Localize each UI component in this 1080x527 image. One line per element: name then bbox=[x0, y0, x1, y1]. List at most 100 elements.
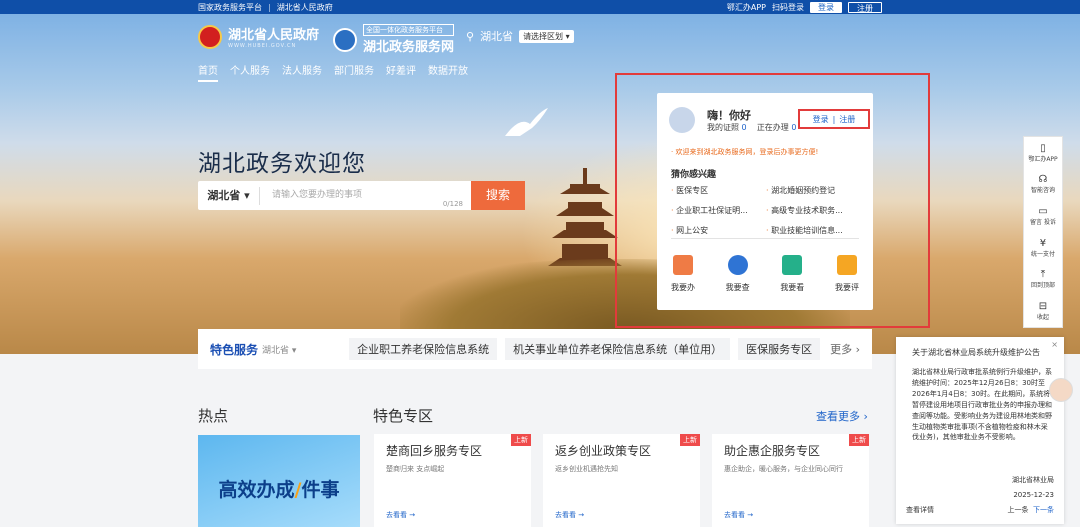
login-button[interactable]: 登录 bbox=[810, 1, 842, 13]
sidebar-label: 回到顶部 bbox=[1030, 282, 1055, 290]
interest-item[interactable]: 职业技能培训信息... bbox=[766, 225, 861, 236]
search-placeholder: 请输入您要办理的事项 bbox=[272, 190, 363, 200]
sidebar-label: 收起 bbox=[1036, 314, 1049, 322]
interest-item[interactable]: 医保专区 bbox=[671, 185, 766, 196]
nav-home[interactable]: 首页 bbox=[198, 62, 218, 82]
notice-footer: 查看详情 上一条 下一条 bbox=[906, 505, 1054, 516]
sidebar-top[interactable]: ⤒ 回到顶部 bbox=[1031, 269, 1055, 289]
action-label: 我要查 bbox=[725, 283, 750, 292]
featured-list: 企业职工养老保险信息系统 机关事业单位养老保险信息系统（单位用） 医保服务专区 bbox=[349, 338, 821, 360]
emblem-icon bbox=[198, 24, 222, 49]
banner-text-b: 件事 bbox=[301, 479, 340, 501]
assistant-avatar-icon[interactable] bbox=[1049, 378, 1073, 402]
zone-heading: 特色专区 bbox=[373, 407, 434, 425]
service-logo[interactable]: 全国一体化政务服务平台 湖北政务服务网 bbox=[333, 24, 455, 55]
notice-detail-link[interactable]: 查看详情 bbox=[906, 505, 934, 516]
notice-date: 2025-12-23 bbox=[1013, 491, 1054, 500]
scan-login[interactable]: 扫码登录 bbox=[772, 2, 804, 13]
nav-review[interactable]: 好差评 bbox=[386, 62, 416, 82]
see-more-link[interactable]: 查看更多 › bbox=[816, 408, 868, 424]
sidebar-pay[interactable]: ¥ 统一支付 bbox=[1031, 238, 1055, 258]
welcome-title: 湖北政务欢迎您 bbox=[198, 151, 366, 177]
featured-more-link[interactable]: 更多 › bbox=[830, 341, 860, 357]
query-icon bbox=[727, 255, 748, 275]
zone-go-link[interactable]: 去看看 → bbox=[724, 510, 753, 520]
nav-department[interactable]: 部门服务 bbox=[334, 62, 374, 82]
featured-item[interactable]: 企业职工养老保险信息系统 bbox=[349, 338, 498, 360]
search-province-select[interactable]: 湖北省 ▾ bbox=[198, 186, 260, 205]
top-bar: 国家政务服务平台 | 湖北省人民政府 鄂汇办APP 扫码登录 登录 注册 bbox=[0, 0, 1080, 14]
service-emblem-icon bbox=[333, 27, 357, 52]
register-button[interactable]: 注册 bbox=[848, 1, 882, 13]
zone-card[interactable]: 上新 返乡创业政策专区 返乡创业机遇抢先知 去看看 → bbox=[543, 434, 700, 527]
notice-popup: × 关于湖北省林业局系统升级维护公告 湖北省林业局行政审批系统例行升级维护，系统… bbox=[896, 337, 1064, 524]
zone-go-link[interactable]: 去看看 → bbox=[555, 510, 584, 520]
new-badge: 上新 bbox=[680, 434, 700, 446]
national-platform-link[interactable]: 国家政务服务平台 bbox=[198, 2, 262, 13]
interest-list: 医保专区 湖北婚姻预约登记 企业职工社保证明... 高级专业技术职务... 网上… bbox=[671, 185, 861, 236]
sidebar-collapse[interactable]: ⊟ 收起 bbox=[1037, 301, 1049, 321]
featured-item[interactable]: 医保服务专区 bbox=[738, 338, 821, 360]
card-register-button[interactable]: 注册 bbox=[839, 114, 855, 125]
nav-open-data[interactable]: 数据开放 bbox=[428, 62, 468, 82]
card-login-button[interactable]: 登录 bbox=[813, 114, 829, 125]
zone-card[interactable]: 上新 助企惠企服务专区 惠企助企，暖心服务，与企业同心同行 去看看 → bbox=[712, 434, 869, 527]
interest-item[interactable]: 企业职工社保证明... bbox=[671, 205, 766, 216]
hot-heading: 热点 bbox=[198, 407, 229, 425]
interest-item[interactable]: 网上公安 bbox=[671, 225, 766, 236]
interest-item[interactable]: 高级专业技术职务... bbox=[766, 205, 861, 216]
notice-prev[interactable]: 上一条 bbox=[1008, 506, 1029, 514]
nav-legal[interactable]: 法人服务 bbox=[282, 62, 322, 82]
apply-icon bbox=[673, 255, 693, 275]
sidebar-app[interactable]: ▯ 鄂汇办APP bbox=[1028, 143, 1057, 163]
zone-go-link[interactable]: 去看看 → bbox=[386, 510, 415, 520]
zone-desc: 楚商归来 支点崛起 bbox=[386, 465, 445, 473]
avatar bbox=[669, 107, 695, 133]
region-selector: ⚲ 湖北省 请选择区划 ▾ bbox=[466, 28, 574, 44]
zone-title: 返乡创业政策专区 bbox=[555, 444, 652, 458]
gov-logo[interactable]: 湖北省人民政府 WWW.HUBEI.GOV.CN bbox=[198, 24, 319, 49]
divider: | bbox=[832, 114, 836, 124]
headset-icon: ☊ bbox=[1038, 174, 1048, 186]
action-rate[interactable]: 我要评 bbox=[835, 255, 859, 293]
notice-title: 关于湖北省林业局系统升级维护公告 bbox=[912, 348, 1040, 357]
new-badge: 上新 bbox=[511, 434, 531, 446]
sidebar-label: 鄂汇办APP bbox=[1028, 155, 1058, 163]
zone-desc: 返乡创业机遇抢先知 bbox=[555, 465, 618, 473]
phone-icon: ▯ bbox=[1040, 142, 1046, 154]
certs-label: 我的证照 bbox=[707, 123, 739, 132]
doing-count[interactable]: 0 bbox=[791, 123, 796, 132]
notice-next[interactable]: 下一条 bbox=[1033, 506, 1054, 514]
chat-icon: ▭ bbox=[1038, 206, 1048, 218]
sidebar-consult[interactable]: ☊ 智能咨询 bbox=[1031, 174, 1055, 194]
region-select[interactable]: 请选择区划 ▾ bbox=[519, 29, 574, 43]
rate-icon bbox=[836, 255, 857, 275]
action-view[interactable]: 我要看 bbox=[780, 255, 804, 293]
new-badge: 上新 bbox=[849, 434, 869, 446]
region-name: 湖北省 bbox=[480, 30, 514, 43]
close-icon[interactable]: × bbox=[1051, 339, 1058, 351]
zone-card[interactable]: 上新 楚商回乡服务专区 楚商归来 支点崛起 去看看 → bbox=[374, 434, 531, 527]
doing-label: 正在办理 bbox=[756, 123, 789, 132]
search-input[interactable]: 请输入您要办理的事项 0/128 bbox=[260, 181, 471, 210]
search-button[interactable]: 搜索 bbox=[471, 181, 525, 210]
nav-personal[interactable]: 个人服务 bbox=[230, 62, 270, 82]
sidebar-message[interactable]: ▭ 留言 投诉 bbox=[1030, 206, 1056, 226]
interest-item[interactable]: 湖北婚姻预约登记 bbox=[766, 185, 861, 196]
action-query[interactable]: 我要查 bbox=[726, 255, 750, 293]
province-gov-link[interactable]: 湖北省人民政府 bbox=[277, 2, 333, 13]
greeting: 嗨！你好 bbox=[707, 109, 751, 122]
featured-item[interactable]: 机关事业单位养老保险信息系统（单位用） bbox=[505, 338, 731, 360]
featured-province-select[interactable]: 湖北省 ▾ bbox=[262, 343, 296, 356]
card-auth-buttons: 登录 | 注册 bbox=[798, 109, 870, 129]
gov-url: WWW.HUBEI.GOV.CN bbox=[228, 43, 297, 49]
hot-banner[interactable]: 高效办成/件事 bbox=[198, 435, 360, 527]
action-apply[interactable]: 我要办 bbox=[671, 255, 695, 293]
app-link[interactable]: 鄂汇办APP bbox=[727, 2, 766, 13]
location-pin-icon: ⚲ bbox=[466, 29, 475, 43]
quick-actions: 我要办 我要查 我要看 我要评 bbox=[671, 255, 859, 293]
certs-count[interactable]: 0 bbox=[742, 123, 747, 132]
featured-title: 特色服务 bbox=[210, 342, 259, 357]
view-icon bbox=[782, 255, 803, 275]
banner-text-a: 高效办成 bbox=[218, 479, 295, 501]
